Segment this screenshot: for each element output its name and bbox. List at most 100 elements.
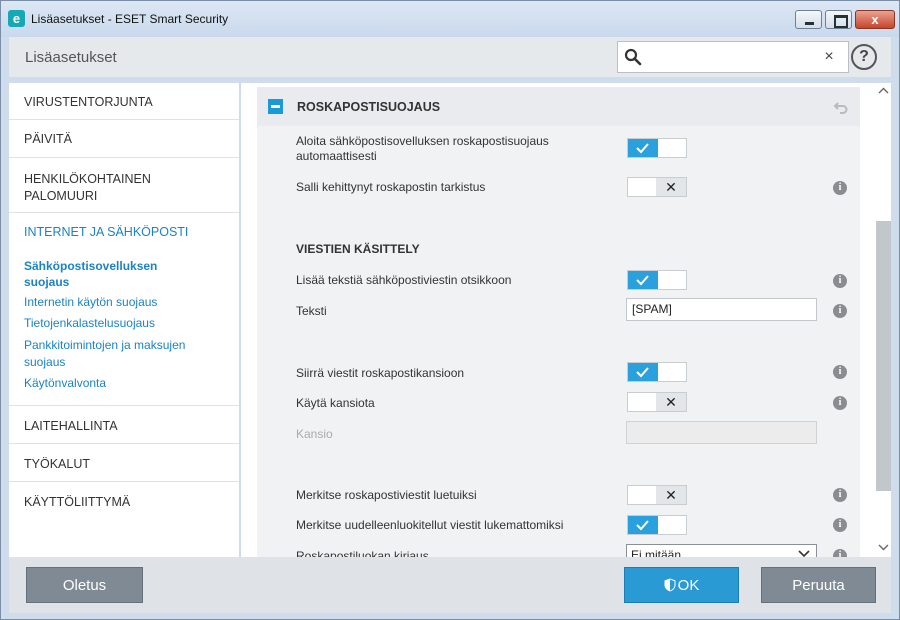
auto-start-toggle[interactable] [627, 138, 687, 158]
sidebar-subitem-banking[interactable]: Pankkitoimintojen ja maksujen suojaus [24, 337, 214, 371]
move-to-folder-toggle[interactable] [627, 362, 687, 382]
spam-text-input[interactable]: [SPAM] [626, 298, 817, 321]
default-button[interactable]: Oletus [26, 567, 143, 603]
sidebar-item-firewall[interactable]: HENKILÖKOHTAINEN PALOMUURI [9, 158, 239, 213]
check-icon [636, 275, 649, 286]
row-label: Siirrä viestit roskapostikansioon [296, 366, 465, 380]
settings-row: Käytä kansiota ✕ i [257, 387, 860, 418]
sidebar-subitem-web-access[interactable]: Internetin käytön suojaus [24, 295, 157, 309]
sidebar-item-label: TYÖKALUT [24, 457, 90, 471]
search-icon [624, 48, 642, 66]
settings-row: Siirrä viestit roskapostikansioon i [257, 357, 860, 387]
cancel-button[interactable]: Peruuta [761, 567, 876, 603]
search-input[interactable] [646, 46, 816, 68]
toggle-off-state: ✕ [656, 393, 686, 411]
group-header-row: VIESTIEN KÄSITTELY [257, 234, 860, 265]
sidebar-item-label: VIRUSTENTORJUNTA [24, 95, 153, 109]
row-label: Salli kehittynyt roskapostin tarkistus [296, 180, 486, 194]
footer: Oletus OK Peruuta [9, 557, 891, 613]
revert-icon[interactable] [833, 99, 849, 115]
maximize-button[interactable] [825, 10, 852, 29]
close-icon: x [871, 12, 879, 27]
ok-button[interactable]: OK [624, 567, 739, 603]
close-button[interactable]: x [855, 10, 895, 29]
row-label: Kansio [296, 427, 333, 441]
info-icon[interactable]: i [833, 488, 847, 502]
section-header[interactable]: ROSKAPOSTISUOJAUS [257, 87, 860, 126]
row-label: Lisää tekstiä sähköpostiviestin otsikkoo… [296, 273, 512, 287]
page-title: Lisäasetukset [25, 49, 117, 66]
check-icon [636, 520, 649, 531]
info-icon[interactable]: i [833, 181, 847, 195]
section-title: ROSKAPOSTISUOJAUS [297, 100, 441, 114]
sidebar: VIRUSTENTORJUNTA PÄIVITÄ HENKILÖKOHTAINE… [9, 83, 239, 557]
chevron-down-icon [798, 550, 810, 557]
toggle-on-state [628, 271, 658, 289]
row-label: Merkitse uudelleenluokitellut viestit lu… [296, 518, 564, 532]
advanced-check-toggle[interactable]: ✕ [627, 177, 687, 197]
spacer-row [257, 449, 860, 479]
toggle-on-state [628, 139, 658, 157]
scrollbar[interactable] [876, 83, 891, 557]
sidebar-item-antivirus[interactable]: VIRUSTENTORJUNTA [9, 83, 239, 120]
cross-icon: ✕ [665, 179, 677, 195]
toggle-on-state [628, 363, 658, 381]
cross-icon: ✕ [665, 487, 677, 503]
info-icon[interactable]: i [833, 549, 847, 557]
settings-window: e Lisäasetukset - ESET Smart Security x … [0, 0, 900, 620]
folder-input [626, 421, 817, 444]
use-folder-toggle[interactable]: ✕ [627, 392, 687, 412]
title-bar: e Lisäasetukset - ESET Smart Security x [1, 1, 899, 37]
search-box[interactable]: × [617, 41, 849, 73]
settings-row: Salli kehittynyt roskapostin tarkistus ✕… [257, 171, 860, 203]
toggle-off-state: ✕ [656, 486, 686, 504]
mark-unread-toggle[interactable] [627, 515, 687, 535]
info-icon[interactable]: i [833, 304, 847, 318]
sidebar-item-internet-email[interactable]: INTERNET JA SÄHKÖPOSTI [24, 225, 188, 239]
sidebar-subitem-parental-control[interactable]: Käytönvalvonta [24, 376, 106, 390]
log-level-select[interactable]: Ei mitään [626, 544, 817, 557]
settings-row: Roskapostiluokan kirjaus Ei mitään i [257, 541, 860, 557]
row-label: Roskapostiluokan kirjaus [296, 549, 429, 557]
sidebar-item-label: PÄIVITÄ [24, 132, 72, 146]
sidebar-item-device-control[interactable]: LAITEHALLINTA [9, 406, 239, 444]
scroll-up-icon[interactable] [876, 83, 891, 99]
sidebar-group-internet-email: INTERNET JA SÄHKÖPOSTI Sähköpostisovellu… [9, 213, 239, 406]
info-icon[interactable]: i [833, 365, 847, 379]
eset-logo-icon: e [8, 10, 25, 27]
scroll-thumb[interactable] [876, 221, 891, 491]
sidebar-item-update[interactable]: PÄIVITÄ [9, 120, 239, 158]
info-icon[interactable]: i [833, 518, 847, 532]
main-panel: ROSKAPOSTISUOJAUS Aloita sähköpostisovel… [241, 83, 876, 557]
toggle-off-state: ✕ [656, 178, 686, 196]
row-label: Käytä kansiota [296, 396, 375, 410]
mark-read-toggle[interactable]: ✕ [627, 485, 687, 505]
sidebar-item-tools[interactable]: TYÖKALUT [9, 444, 239, 482]
check-icon [636, 143, 649, 154]
spacer-row [257, 327, 860, 357]
sidebar-subitem-email-client[interactable]: Sähköpostisovelluksen suojaus [24, 258, 184, 290]
info-icon[interactable]: i [833, 396, 847, 410]
scroll-down-icon[interactable] [876, 539, 891, 555]
row-label: Merkitse roskapostiviestit luetuiksi [296, 488, 477, 502]
collapse-icon[interactable] [268, 99, 283, 114]
settings-row: Teksti [SPAM] i [257, 296, 860, 327]
sidebar-item-user-interface[interactable]: KÄYTTÖLIITTYMÄ [9, 482, 239, 520]
ok-label: OK [677, 577, 700, 594]
cross-icon: ✕ [665, 394, 677, 410]
shield-icon [664, 578, 676, 592]
check-icon [636, 367, 649, 378]
clear-search-icon[interactable]: × [821, 47, 837, 67]
settings-row: Aloita sähköpostisovelluksen roskapostis… [257, 126, 860, 171]
help-icon[interactable]: ? [851, 44, 877, 70]
sidebar-item-label: HENKILÖKOHTAINEN PALOMUURI [24, 172, 151, 203]
add-text-toggle[interactable] [627, 270, 687, 290]
sidebar-item-label: LAITEHALLINTA [24, 419, 118, 433]
spacer-row [257, 203, 860, 234]
info-icon[interactable]: i [833, 274, 847, 288]
minimize-button[interactable] [795, 10, 822, 29]
settings-row: Merkitse uudelleenluokitellut viestit lu… [257, 510, 860, 541]
sidebar-subitem-antiphishing[interactable]: Tietojenkalastelusuojaus [24, 316, 155, 330]
row-label: Aloita sähköpostisovelluksen roskapostis… [296, 134, 549, 163]
window-title: Lisäasetukset - ESET Smart Security [31, 12, 229, 26]
